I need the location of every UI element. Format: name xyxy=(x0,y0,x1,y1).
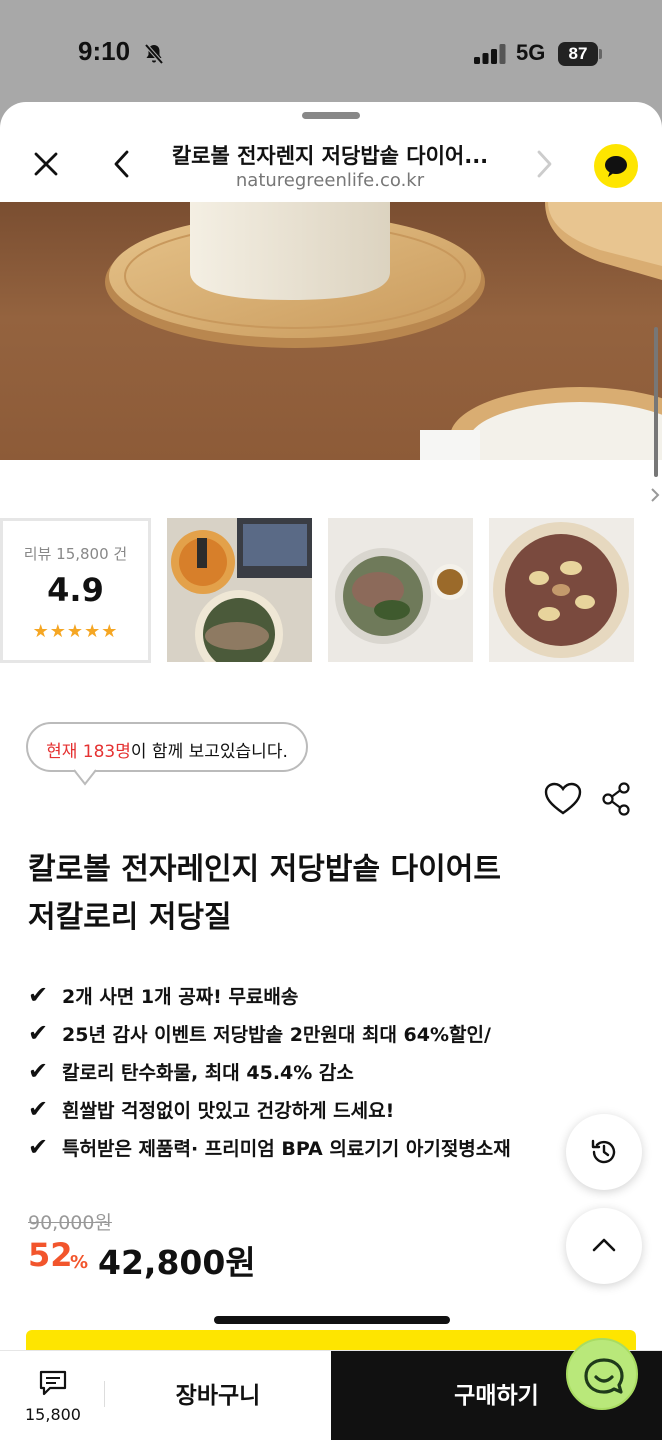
review-count-label: 리뷰 15,800 건 xyxy=(23,545,128,563)
home-indicator xyxy=(214,1316,450,1324)
product-title-line: 저칼로리 저당질 xyxy=(28,900,232,935)
bubble-tail xyxy=(74,768,96,786)
divider xyxy=(104,1381,105,1407)
page-url: naturegreenlife.co.kr xyxy=(235,170,425,191)
feature-text: 흰쌀밥 걱정없이 맛있고 건강하게 드세요! xyxy=(62,1099,395,1122)
product-image-carousel[interactable] xyxy=(0,202,662,460)
discount-unit: % xyxy=(70,1252,89,1273)
live-viewers-suffix: 이 함께 보고있습니다. xyxy=(130,742,288,762)
close-icon[interactable] xyxy=(30,148,62,180)
check-icon: ✔ xyxy=(28,1019,49,1047)
feature-item: ✔ 2개 사면 1개 공짜! 무료배송 xyxy=(28,976,588,1014)
arrow-up-icon xyxy=(592,1238,616,1252)
feature-item: ✔ 칼로리 탄수화물, 최대 45.4% 감소 xyxy=(28,1052,588,1090)
check-icon: ✔ xyxy=(28,1095,49,1123)
chevron-right-icon xyxy=(651,488,660,502)
review-score: 4.9 xyxy=(47,571,104,609)
back-icon[interactable] xyxy=(108,148,136,180)
share-icon[interactable] xyxy=(600,782,632,816)
check-icon: ✔ xyxy=(28,1057,49,1085)
feature-item: ✔ 특허받은 제품력· 프리미엄 BPA 의료기기 아기젖병소재 xyxy=(28,1128,588,1166)
feature-text: 25년 감사 이벤트 저당밥솥 2만원대 최대 64%할인/ xyxy=(62,1023,491,1046)
original-price: 90,000원 xyxy=(28,1212,112,1234)
scroll-top-button[interactable] xyxy=(566,1208,642,1284)
feature-item: ✔ 25년 감사 이벤트 저당밥솥 2만원대 최대 64%할인/ xyxy=(28,1014,588,1052)
battery-level: 87 xyxy=(558,42,598,66)
bell-slash-icon xyxy=(144,43,164,65)
check-icon: ✔ xyxy=(28,1133,49,1161)
feature-text: 칼로리 탄수화물, 최대 45.4% 감소 xyxy=(62,1061,354,1084)
product-title-line: 칼로볼 전자레인지 저당밥솥 다이어트 xyxy=(28,852,501,887)
navigation-bar: 칼로볼 전자렌지 저당밥솥 다이어... naturegreenlife.co.… xyxy=(0,124,662,202)
chat-button[interactable] xyxy=(566,1338,638,1410)
heart-icon[interactable] xyxy=(544,782,582,816)
check-icon: ✔ xyxy=(28,981,49,1009)
review-photo[interactable] xyxy=(167,518,312,662)
product-photo xyxy=(105,202,662,460)
purchase-bar: 15,800 장바구니 구매하기 xyxy=(0,1350,662,1440)
review-count: 15,800 xyxy=(25,1405,81,1424)
live-viewers-count: 현재 183명 xyxy=(46,742,131,762)
page-title: 칼로볼 전자렌지 저당밥솥 다이어... xyxy=(171,144,489,168)
live-viewers-bubble: 현재 183명이 함께 보고있습니다. xyxy=(26,722,308,772)
scrollbar[interactable] xyxy=(654,327,658,477)
review-photo[interactable] xyxy=(489,518,634,662)
review-button[interactable]: 15,800 xyxy=(14,1365,92,1429)
sale-price: 42,800원 xyxy=(98,1243,256,1282)
feature-text: 특허받은 제품력· 프리미엄 BPA 의료기기 아기젖병소재 xyxy=(62,1137,511,1160)
star-rating: ★★★★★ xyxy=(32,621,119,642)
feature-item: ✔ 흰쌀밥 걱정없이 맛있고 건강하게 드세요! xyxy=(28,1090,588,1128)
review-photo[interactable] xyxy=(328,518,473,662)
review-icon xyxy=(39,1370,67,1396)
history-button[interactable] xyxy=(566,1114,642,1190)
webview-sheet: 칼로볼 전자렌지 저당밥솥 다이어... naturegreenlife.co.… xyxy=(0,102,662,1440)
sheet-grabber[interactable] xyxy=(302,112,360,119)
feature-list: ✔ 2개 사면 1개 공짜! 무료배송 ✔ 25년 감사 이벤트 저당밥솥 2만원대… xyxy=(28,976,588,1166)
battery-tip xyxy=(599,49,602,59)
add-to-cart-button[interactable]: 장바구니 xyxy=(106,1351,330,1440)
discount-rate: 52 xyxy=(28,1236,73,1274)
review-summary[interactable]: 리뷰 15,800 건 4.9 ★★★★★ xyxy=(0,518,151,663)
feature-text: 2개 사면 1개 공짜! 무료배송 xyxy=(62,985,299,1008)
chat-icon xyxy=(584,1358,624,1394)
live-viewers-text: 현재 183명이 함께 보고있습니다. xyxy=(28,737,306,762)
product-title: 칼로볼 전자레인지 저당밥솥 다이어트 저칼로리 저당질 xyxy=(28,846,548,942)
status-bar: 9:10 5G 87 xyxy=(0,0,662,100)
kakaotalk-button[interactable] xyxy=(594,144,638,188)
signal-icon xyxy=(474,44,506,64)
forward-icon[interactable] xyxy=(530,148,558,180)
network-type: 5G xyxy=(516,40,546,65)
status-time: 9:10 xyxy=(78,36,131,66)
kakaotalk-icon xyxy=(605,156,627,177)
history-icon xyxy=(591,1139,616,1164)
